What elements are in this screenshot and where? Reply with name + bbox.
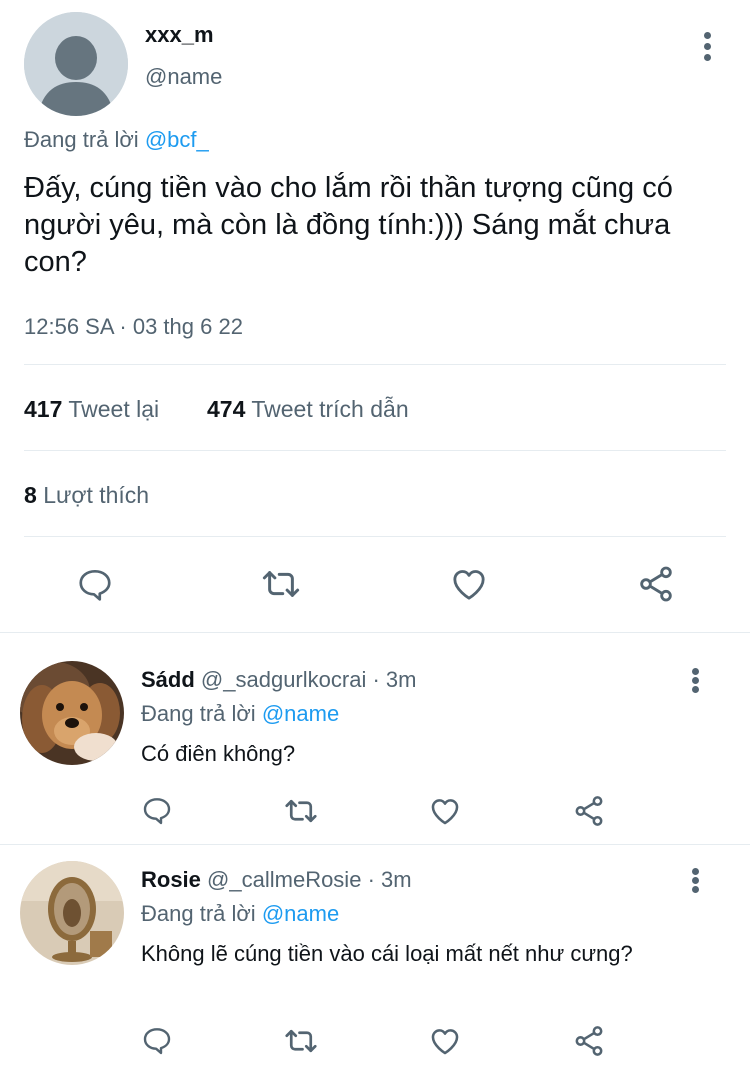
like-number: 8 — [24, 482, 37, 508]
reply-icon[interactable] — [76, 565, 114, 603]
tweet-text: Đấy, cúng tiền vào cho lắm rồi thần tượn… — [24, 172, 673, 278]
divider — [24, 450, 726, 451]
replying-to-handle[interactable]: @bcf_ — [145, 127, 209, 152]
retweet-icon[interactable] — [260, 563, 302, 605]
share-icon[interactable] — [572, 1024, 606, 1058]
like-label: Lượt thích — [43, 482, 150, 508]
reply-text: Có điên không? — [141, 741, 296, 766]
reply-time[interactable]: · 3m — [372, 667, 416, 692]
retweet-icon[interactable] — [283, 793, 319, 829]
reply-time[interactable]: · 3m — [368, 867, 412, 892]
replying-to-handle[interactable]: @name — [262, 701, 339, 726]
replying-to: Đang trả lời @name — [141, 901, 339, 927]
author-handle[interactable]: @name — [145, 64, 222, 90]
like-icon[interactable] — [428, 794, 462, 828]
like-icon[interactable] — [449, 564, 489, 604]
more-icon[interactable] — [686, 868, 706, 898]
author-avatar[interactable] — [24, 12, 128, 116]
like-count[interactable]: 8 Lượt thích — [24, 482, 149, 509]
replying-to-label: Đang trả lời — [24, 127, 139, 152]
divider — [24, 364, 726, 365]
replying-to-handle[interactable]: @name — [262, 901, 339, 926]
author-name[interactable]: xxx_m — [145, 22, 214, 48]
replying-to-label: Đang trả lời — [141, 901, 256, 926]
mirror-avatar-icon — [20, 861, 124, 965]
reply-avatar[interactable] — [20, 661, 124, 765]
more-icon[interactable] — [686, 668, 706, 698]
quote-label: Tweet trích dẫn — [251, 396, 409, 422]
replying-to-label: Đang trả lời — [141, 701, 256, 726]
retweet-icon[interactable] — [283, 1023, 319, 1059]
retweet-label: Tweet lại — [68, 396, 160, 422]
reply-icon[interactable] — [141, 1024, 173, 1056]
tweet-timestamp[interactable]: 12:56 SA · 03 thg 6 22 — [24, 314, 243, 340]
share-icon[interactable] — [572, 794, 606, 828]
dog-avatar-icon — [20, 661, 124, 765]
reply-author-name[interactable]: Rosie — [141, 867, 201, 892]
more-icon[interactable] — [698, 32, 718, 62]
reply-text: Không lẽ cúng tiền vào cái loại mất nết … — [141, 941, 633, 966]
replying-to: Đang trả lời @name — [141, 701, 339, 727]
quote-count[interactable]: 474 Tweet trích dẫn — [207, 396, 409, 423]
retweet-number: 417 — [24, 396, 63, 422]
reply-icon[interactable] — [141, 794, 173, 826]
divider — [0, 844, 750, 845]
quote-number: 474 — [207, 396, 246, 422]
reply-header: Sádd @_sadgurlkocrai · 3m — [141, 667, 416, 693]
replying-to: Đang trả lời @bcf_ — [24, 127, 209, 153]
reply-author-handle[interactable]: @_callmeRosie — [207, 867, 361, 892]
reply-header: Rosie @_callmeRosie · 3m — [141, 867, 412, 893]
reply-avatar[interactable] — [20, 861, 124, 965]
reply-author-handle[interactable]: @_sadgurlkocrai — [201, 667, 366, 692]
divider — [0, 632, 750, 633]
like-icon[interactable] — [428, 1024, 462, 1058]
reply-author-name[interactable]: Sádd — [141, 667, 195, 692]
default-avatar-icon — [24, 12, 128, 116]
retweet-count[interactable]: 417 Tweet lại — [24, 396, 159, 423]
divider — [24, 536, 726, 537]
share-icon[interactable] — [636, 564, 676, 604]
